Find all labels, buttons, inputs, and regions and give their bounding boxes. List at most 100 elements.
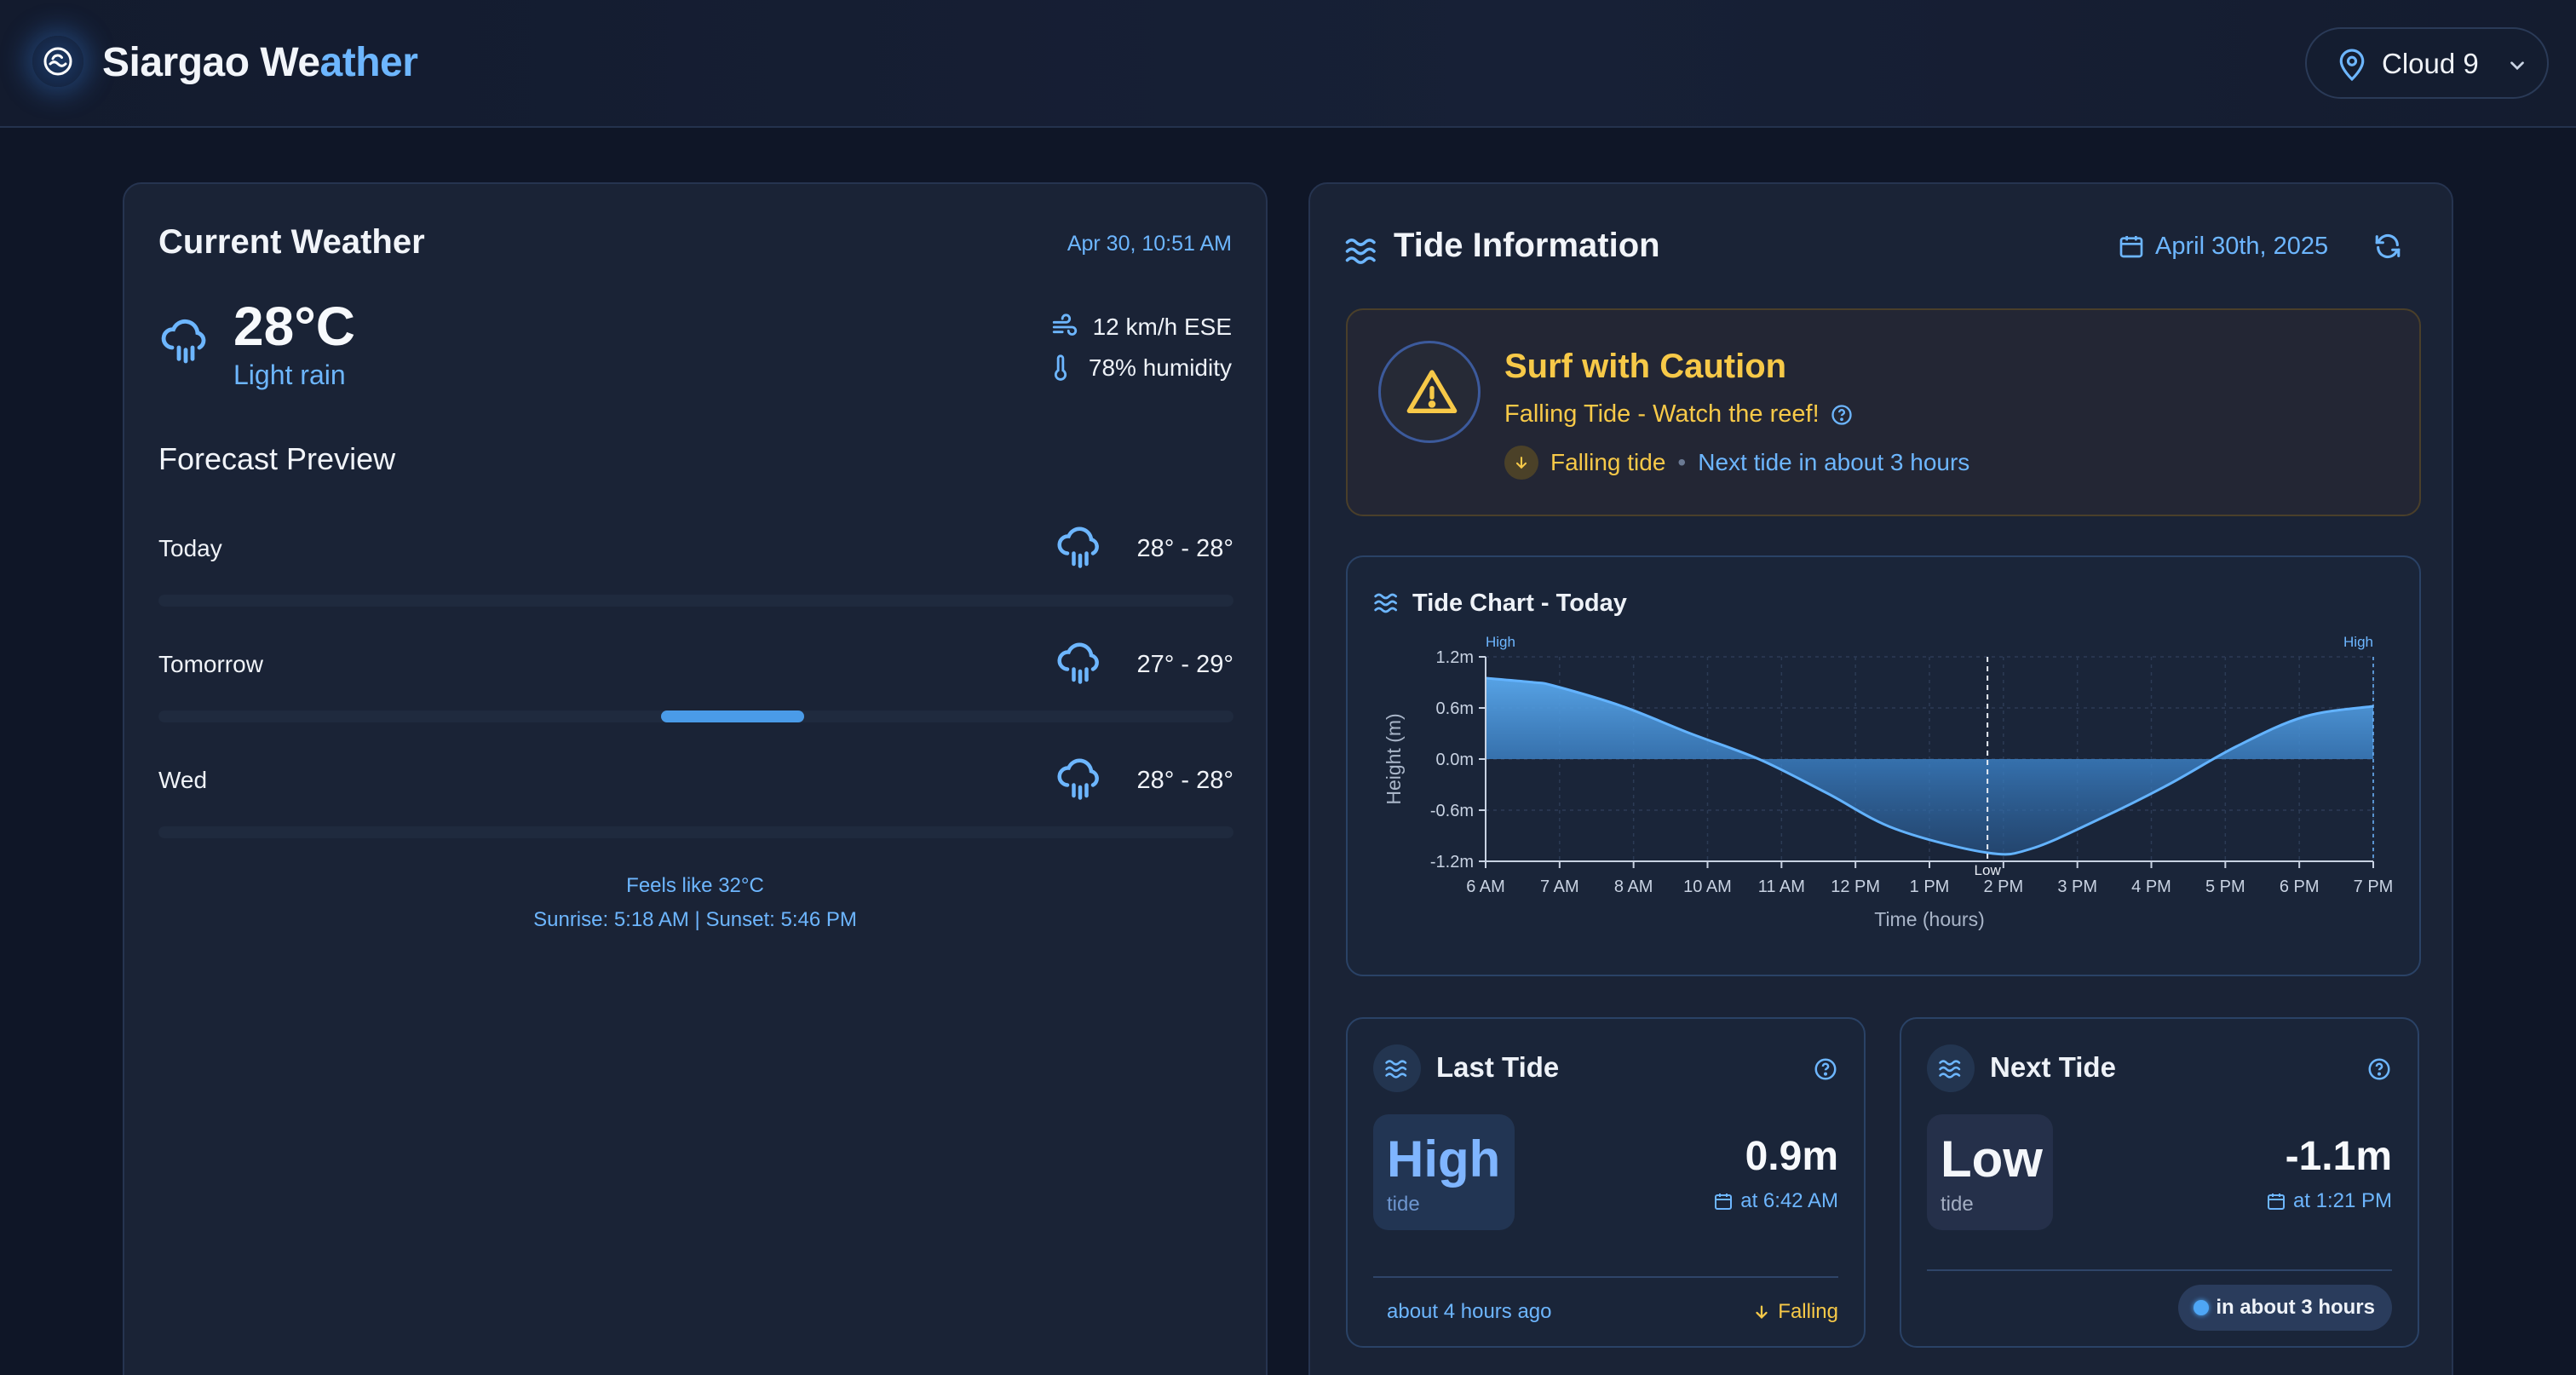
wind-icon bbox=[1052, 314, 1077, 336]
thermometer-icon bbox=[1054, 354, 1067, 381]
humidity-value: 78% humidity bbox=[1088, 354, 1232, 381]
current-weather-title: Current Weather bbox=[158, 223, 425, 261]
arrow-down-icon bbox=[1756, 1305, 1768, 1320]
next-tide-height: -1.1m bbox=[2285, 1134, 2392, 1179]
divider bbox=[1373, 1276, 1838, 1278]
high-tide-label: High bbox=[2343, 634, 2373, 650]
forecast-temp-range: 28° - 28° bbox=[1136, 535, 1233, 562]
tide-date: April 30th, 2025 bbox=[2155, 232, 2329, 260]
forecast-temp-range: 27° - 29° bbox=[1136, 651, 1233, 678]
current-temperature: 28°C bbox=[233, 296, 355, 357]
y-tick-label: -1.2m bbox=[1430, 853, 1474, 872]
tide-chart: 1.2m 0.6m 0.0m -0.6m -1.2m 6 AM 7 AM 8 AM 10 AM 1… bbox=[1383, 634, 2394, 930]
next-tide-type: Low bbox=[1941, 1130, 2043, 1188]
warning-icon bbox=[1406, 370, 1458, 413]
forecast-row: Today 28° - 28° bbox=[158, 521, 1233, 572]
y-tick-label: -0.6m bbox=[1430, 802, 1474, 820]
forecast-range-track bbox=[158, 595, 1233, 607]
last-tide-card: Last Tide High tide 0.9m at 6:42 AM abou… bbox=[1346, 1017, 1866, 1348]
low-tide-label: Low bbox=[1975, 862, 2002, 878]
waves-icon bbox=[1927, 1044, 1975, 1092]
x-tick-label: 4 PM bbox=[2131, 877, 2171, 896]
forecast-range-bar bbox=[661, 711, 804, 722]
help-icon[interactable] bbox=[2366, 1056, 2392, 1082]
status-dot bbox=[2194, 1300, 2210, 1315]
calendar-icon bbox=[1715, 1194, 1733, 1210]
y-tick-label: 1.2m bbox=[1436, 648, 1474, 667]
arrow-down-icon bbox=[1504, 446, 1538, 480]
weather-condition: Light rain bbox=[233, 360, 346, 390]
rain-cloud-icon bbox=[1057, 758, 1099, 800]
surf-caution-banner: Surf with Caution Falling Tide - Watch t… bbox=[1346, 308, 2421, 516]
feels-like: Feels like 32°C bbox=[626, 874, 764, 897]
y-axis-label: Height (m) bbox=[1383, 713, 1405, 804]
tide-type-box: High tide bbox=[1373, 1114, 1515, 1230]
last-tide-time-text: at 6:42 AM bbox=[1740, 1189, 1838, 1212]
waves-icon bbox=[1373, 1044, 1421, 1092]
tide-date-picker[interactable]: April 30th, 2025 bbox=[2118, 227, 2328, 266]
forecast-day: Wed bbox=[158, 767, 208, 793]
last-tide-trend: Falling bbox=[1752, 1300, 1838, 1324]
last-tide-type: High bbox=[1387, 1130, 1501, 1188]
app-title-main: Siargao We bbox=[102, 40, 320, 85]
forecast-range-track bbox=[158, 711, 1233, 722]
humidity-info: 78% humidity bbox=[1046, 351, 1232, 385]
next-tide-time: at 1:21 PM bbox=[2266, 1189, 2392, 1213]
x-tick-label: 11 AM bbox=[1758, 877, 1805, 896]
next-tide-type-label: tide bbox=[1941, 1193, 1974, 1216]
help-icon[interactable] bbox=[1830, 403, 1854, 427]
location-selector[interactable]: Cloud 9 bbox=[2305, 27, 2549, 99]
x-axis-label: Time (hours) bbox=[1874, 908, 1985, 930]
forecast-temp-range: 28° - 28° bbox=[1136, 767, 1233, 794]
tide-information-title: Tide Information bbox=[1394, 227, 1660, 264]
high-tide-label: High bbox=[1486, 634, 1515, 650]
y-tick-label: 0.0m bbox=[1436, 751, 1474, 769]
rain-cloud-icon bbox=[1057, 642, 1099, 684]
caution-title: Surf with Caution bbox=[1504, 348, 1787, 385]
location-label: Cloud 9 bbox=[2382, 48, 2479, 79]
tide-information-card: Tide Information April 30th, 2025 Surf w… bbox=[1308, 182, 2453, 1375]
refresh-icon[interactable] bbox=[2373, 232, 2402, 261]
calendar-icon bbox=[2119, 236, 2143, 258]
help-icon[interactable] bbox=[1813, 1056, 1838, 1082]
last-tide-height: 0.9m bbox=[1745, 1134, 1838, 1179]
tide-trend: Falling tide bbox=[1550, 449, 1666, 475]
waves-icon bbox=[1345, 239, 1376, 264]
logo-icon[interactable] bbox=[32, 36, 83, 87]
x-tick-label: 7 AM bbox=[1540, 877, 1579, 896]
forecast-day: Today bbox=[158, 535, 222, 561]
caution-subtitle-text: Falling Tide - Watch the reef! bbox=[1504, 400, 1820, 428]
wind-value: 12 km/h ESE bbox=[1092, 314, 1232, 340]
x-tick-label: 2 PM bbox=[1983, 877, 2023, 896]
x-tick-label: 10 AM bbox=[1683, 877, 1732, 896]
x-tick-label: 3 PM bbox=[2057, 877, 2097, 896]
divider bbox=[1927, 1269, 2392, 1271]
map-pin-icon bbox=[2339, 49, 2365, 82]
forecast-row: Tomorrow 27° - 29° bbox=[158, 637, 1233, 688]
warning-badge bbox=[1378, 341, 1481, 443]
x-tick-label: 6 PM bbox=[2280, 877, 2320, 896]
x-tick-label: 7 PM bbox=[2354, 877, 2394, 896]
next-tide-title: Next Tide bbox=[1990, 1051, 2116, 1083]
last-tide-trend-text: Falling bbox=[1778, 1300, 1838, 1323]
tide-trend-info: Falling tide • Next tide in about 3 hour… bbox=[1504, 445, 1969, 480]
y-tick-label: 0.6m bbox=[1436, 699, 1474, 718]
next-tide-eta-text: in about 3 hours bbox=[2216, 1296, 2375, 1319]
next-tide-card: Next Tide Low tide -1.1m at 1:21 PM in a… bbox=[1900, 1017, 2419, 1348]
current-weather-card: Current Weather Apr 30, 10:51 AM 28°C Li… bbox=[123, 182, 1268, 1375]
forecast-row: Wed 28° - 28° bbox=[158, 753, 1233, 804]
calendar-icon bbox=[2267, 1194, 2285, 1210]
x-tick-label: 12 PM bbox=[1831, 877, 1880, 896]
rain-cloud-icon bbox=[1057, 526, 1099, 568]
chevron-down-icon bbox=[2510, 61, 2524, 71]
rain-cloud-icon bbox=[161, 319, 206, 364]
app-title: Siargao Weather bbox=[102, 39, 418, 86]
sunrise-sunset: Sunrise: 5:18 AM | Sunset: 5:46 PM bbox=[533, 908, 857, 931]
app-header: Siargao Weather Cloud 9 bbox=[0, 0, 2576, 128]
x-tick-label: 5 PM bbox=[2205, 877, 2245, 896]
tide-chart-card: Tide Chart - Today 1.2m 0.6m 0.0m -0.6m -1.2… bbox=[1346, 555, 2421, 976]
next-tide-eta-pill: in about 3 hours bbox=[2178, 1285, 2392, 1331]
forecast-day: Tomorrow bbox=[158, 651, 263, 677]
x-tick-label: 6 AM bbox=[1466, 877, 1505, 896]
next-tide-time-text: at 1:21 PM bbox=[2292, 1189, 2392, 1212]
